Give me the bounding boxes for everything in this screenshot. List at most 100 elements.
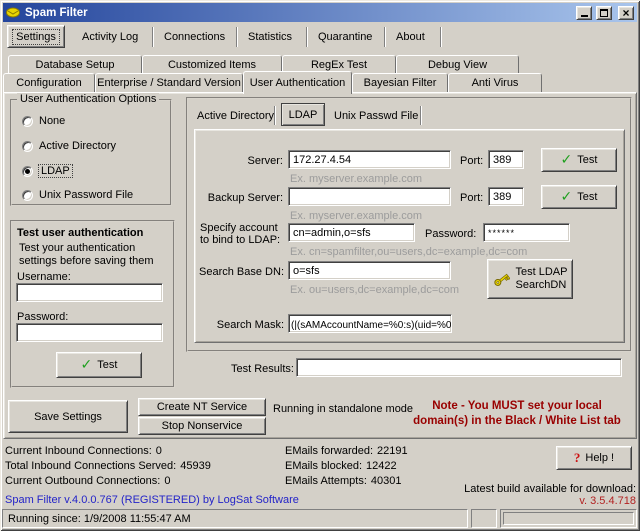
- test-auth-button-label: Test: [97, 359, 117, 371]
- stop-nonservice-button[interactable]: Stop Nonservice: [138, 417, 266, 435]
- subtab-debug-view[interactable]: Debug View: [396, 55, 519, 73]
- check-icon: ✓: [561, 154, 573, 166]
- radio-circle: [22, 141, 33, 152]
- tab-separator: [420, 106, 422, 125]
- radio-active-directory[interactable]: Active Directory: [22, 140, 116, 152]
- stat-emails-attempts: EMails Attempts:40301: [285, 475, 402, 487]
- tab-separator: [384, 27, 386, 47]
- titlebar[interactable]: Spam Filter ×: [3, 3, 637, 22]
- subtab-configuration[interactable]: Configuration: [3, 73, 95, 92]
- base-dn-hint: Ex. ou=users,dc=example,dc=com: [290, 284, 459, 296]
- status-bar-progress-panel: [500, 509, 637, 528]
- question-icon: ?: [574, 452, 581, 464]
- server-port-label: Port:: [460, 155, 483, 168]
- subtab-bayesian-filter[interactable]: Bayesian Filter: [352, 73, 448, 92]
- window-title: Spam Filter: [25, 7, 88, 19]
- stat-current-inbound: Current Inbound Connections:0: [5, 445, 162, 457]
- radio-circle: [22, 116, 33, 127]
- bind-hint: Ex. cn=spamfilter,ou=users,dc=example,dc…: [290, 246, 527, 258]
- create-nt-service-button[interactable]: Create NT Service: [138, 398, 266, 416]
- tab-about[interactable]: About: [396, 31, 425, 44]
- radio-unix-label: Unix Password File: [39, 189, 133, 201]
- spam-filter-window: Spam Filter × Settings Activity Log Conn…: [0, 0, 640, 531]
- server-label: Server:: [203, 155, 283, 168]
- innertab-unix-passwd-file[interactable]: Unix Passwd File: [334, 110, 418, 123]
- search-mask-input[interactable]: (|(sAMAccountName=%0:s)(uid=%0:s)(U: [288, 314, 452, 333]
- backup-port-input[interactable]: 389: [488, 187, 524, 206]
- test-results-input[interactable]: [296, 358, 622, 377]
- stat-emails-blocked: EMails blocked:12422: [285, 460, 397, 472]
- bind-account-input[interactable]: cn=admin,o=sfs: [288, 223, 415, 242]
- backup-server-input[interactable]: [288, 187, 451, 206]
- server-port-input[interactable]: 389: [488, 150, 524, 169]
- bind-account-label-line2: to bind to LDAP:: [200, 234, 280, 247]
- tab-settings[interactable]: Settings: [7, 25, 65, 48]
- standalone-mode-text: Running in standalone mode: [273, 403, 413, 416]
- stat-total-inbound: Total Inbound Connections Served:45939: [5, 460, 211, 472]
- radio-none-label: None: [39, 115, 65, 127]
- tab-separator: [306, 27, 308, 47]
- app-icon: [6, 7, 21, 18]
- username-input[interactable]: [16, 283, 163, 302]
- backup-port-label: Port:: [460, 192, 483, 205]
- status-bar-panel: [471, 509, 497, 528]
- tab-separator: [236, 27, 238, 47]
- bind-password-label: Password:: [425, 228, 476, 241]
- tab-quarantine[interactable]: Quarantine: [318, 31, 372, 44]
- key-icon: [493, 272, 510, 287]
- search-base-dn-label: Search Base DN:: [199, 266, 284, 279]
- test-backup-server-button[interactable]: ✓ Test: [541, 185, 617, 209]
- tab-connections[interactable]: Connections: [164, 31, 225, 44]
- test-user-auth-description: Test your authentication settings before…: [19, 242, 167, 268]
- tab-separator: [274, 106, 276, 125]
- auth-options-legend: User Authentication Options: [17, 93, 159, 106]
- radio-unix-password-file[interactable]: Unix Password File: [22, 189, 133, 201]
- domains-note: Note - You MUST set your local domain(s)…: [398, 399, 636, 429]
- subtab-enterprise-standard-version[interactable]: Enterprise / Standard Version: [95, 73, 243, 92]
- test-server-button[interactable]: ✓ Test: [541, 148, 617, 172]
- search-mask-label: Search Mask:: [199, 319, 284, 332]
- progress-indicator: [503, 512, 634, 525]
- check-icon: ✓: [561, 191, 573, 203]
- test-server-label: Test: [577, 154, 597, 166]
- help-button[interactable]: ? Help !: [556, 446, 632, 470]
- stat-current-outbound: Current Outbound Connections:0: [5, 475, 170, 487]
- maximize-icon: [600, 9, 608, 17]
- save-settings-button[interactable]: Save Settings: [8, 400, 128, 433]
- latest-build-version: v. 3.5.4.718: [579, 495, 636, 508]
- backup-server-label: Backup Server:: [203, 192, 283, 205]
- close-icon: ×: [622, 8, 629, 18]
- tab-separator: [152, 27, 154, 47]
- bind-password-input[interactable]: ******: [483, 223, 570, 242]
- tab-activity-log[interactable]: Activity Log: [82, 31, 138, 44]
- server-hint: Ex. myserver.example.com: [290, 173, 422, 185]
- close-button[interactable]: ×: [618, 6, 634, 20]
- stat-emails-forwarded: EMails forwarded:22191: [285, 445, 408, 457]
- tab-separator: [440, 27, 442, 47]
- registered-version-text: Spam Filter v.4.0.0.767 (REGISTERED) by …: [5, 494, 299, 507]
- test-auth-button[interactable]: ✓ Test: [56, 352, 142, 378]
- tab-statistics[interactable]: Statistics: [248, 31, 292, 44]
- server-input[interactable]: 172.27.4.54: [288, 150, 451, 169]
- radio-none[interactable]: None: [22, 115, 65, 127]
- minimize-icon: [581, 15, 588, 17]
- radio-circle: [22, 190, 33, 201]
- check-icon: ✓: [81, 359, 93, 371]
- radio-active-directory-label: Active Directory: [39, 140, 116, 152]
- subtab-database-setup[interactable]: Database Setup: [8, 55, 142, 73]
- radio-ldap-label: LDAP: [39, 165, 72, 177]
- maximize-button[interactable]: [596, 6, 612, 20]
- help-button-label: Help !: [585, 452, 614, 464]
- test-backup-label: Test: [577, 191, 597, 203]
- test-ldap-searchdn-label: Test LDAP SearchDN: [516, 266, 568, 292]
- subtab-user-authentication[interactable]: User Authentication: [243, 71, 352, 94]
- subtab-anti-virus[interactable]: Anti Virus: [448, 73, 542, 92]
- radio-ldap[interactable]: LDAP: [22, 165, 72, 177]
- password-input[interactable]: [16, 323, 163, 342]
- test-ldap-searchdn-button[interactable]: Test LDAP SearchDN: [487, 259, 573, 299]
- innertab-active-directory[interactable]: Active Directory: [197, 110, 274, 123]
- innertab-ldap[interactable]: LDAP: [281, 103, 325, 126]
- status-bar-running-since: Running since: 1/9/2008 11:55:47 AM: [2, 509, 468, 528]
- minimize-button[interactable]: [576, 6, 592, 20]
- search-base-dn-input[interactable]: o=sfs: [288, 261, 451, 280]
